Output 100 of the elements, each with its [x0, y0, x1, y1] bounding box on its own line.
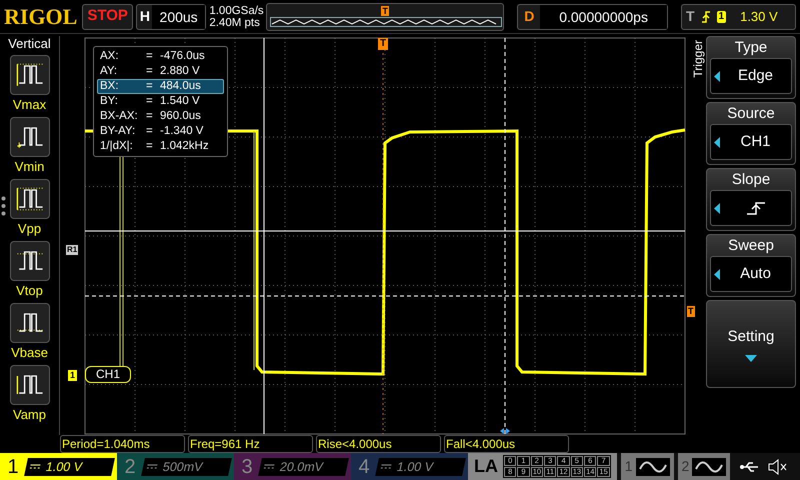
cursor-arrow-icon	[500, 428, 510, 434]
sine-wave-icon	[636, 458, 670, 476]
measure-button[interactable]	[10, 55, 50, 95]
trigger-level: 1.30 V	[740, 8, 778, 26]
dc-coupling-icon	[263, 464, 275, 470]
cursor-readout-row[interactable]: BY: = 1.540 V	[97, 94, 224, 109]
menu-option[interactable]: Slope	[706, 168, 796, 231]
readout-value: 960.0us	[160, 110, 201, 123]
trigger-source: 1	[716, 10, 726, 22]
option-title: Type	[734, 38, 768, 58]
measure-label: Vamp	[13, 406, 46, 424]
readout-value: -1.340 V	[160, 125, 204, 138]
readout-value: 1.540 V	[160, 95, 200, 108]
readout-name: BX-AX:	[100, 110, 139, 123]
option-value: CH1	[739, 132, 772, 152]
readout-value: 2.880 V	[160, 65, 200, 78]
readout-name: BX:	[100, 80, 120, 93]
trigger-level-marker: T	[687, 306, 694, 317]
measure-button[interactable]	[10, 365, 50, 405]
generator-number: 1	[624, 457, 633, 476]
left-triangle-icon	[714, 136, 720, 148]
timebase-box[interactable]: H 200us	[136, 4, 206, 30]
measure-button[interactable]	[10, 179, 50, 219]
cursor-readout-row[interactable]: BX: = 484.0us	[97, 79, 224, 94]
readout-value: -476.0us	[160, 50, 205, 63]
timebase-value: 200us	[152, 4, 206, 28]
rising-edge-icon	[700, 10, 711, 24]
cursor-readout-row[interactable]: BX-AX: = 960.0us	[97, 109, 224, 124]
menu-title: Trigger	[691, 40, 705, 78]
cursor-line[interactable]	[504, 38, 506, 434]
trigger-marker: T	[381, 6, 389, 16]
cursor-readout-row[interactable]: AY: = 2.880 V	[97, 64, 224, 79]
measure-label: Vmin	[14, 158, 44, 176]
measurement-readout: Freq=961 Hz	[188, 435, 313, 453]
measure-label: Vmax	[12, 96, 46, 114]
readout-name: AX:	[100, 50, 120, 63]
option-title: Source	[727, 104, 775, 124]
channel-tab[interactable]: 4 1.00 V	[351, 453, 468, 480]
measurement-readout: Fall<4.000us	[444, 435, 569, 453]
left-triangle-icon	[714, 202, 720, 214]
sine-wave-icon	[692, 458, 726, 476]
readout-equals: =	[146, 125, 154, 138]
readout-name: BY-AY:	[100, 125, 136, 138]
sample-rate: 1.00GSa/s	[209, 4, 264, 16]
option-title: Sweep	[728, 236, 774, 256]
trigger-box[interactable]: T 1 1.30 V	[680, 4, 796, 30]
measure-button[interactable]	[10, 241, 50, 281]
measure-label: Vtop	[16, 282, 43, 300]
mute-icon	[768, 458, 788, 474]
dc-coupling-icon	[146, 464, 158, 470]
readout-equals: =	[146, 65, 154, 78]
delay-value: 0.00000000ps	[540, 4, 667, 28]
dc-coupling-icon	[29, 464, 41, 470]
menu-button[interactable]: Setting	[706, 300, 796, 388]
channel-scale: 20.0mV	[278, 458, 326, 476]
trigger-label: T	[686, 7, 695, 26]
channel-tab[interactable]: 2 500mV	[117, 453, 234, 480]
menu-title: Vertical	[8, 36, 51, 52]
trigger-marker: T	[378, 38, 388, 50]
cursor-readout-row[interactable]: 1/|dX|: = 1.042kHz	[97, 139, 224, 154]
channel-tab[interactable]: 1 1.00 V	[0, 453, 117, 480]
run-status[interactable]: STOP	[82, 4, 133, 30]
option-value: Auto	[739, 264, 772, 284]
channel-number: 1	[6, 456, 20, 476]
left-triangle-icon	[714, 70, 720, 82]
la-label: LA	[474, 455, 498, 478]
readout-equals: =	[146, 95, 154, 108]
channel-tab[interactable]: 3 20.0mV	[234, 453, 351, 480]
brand-logo: RIGOL	[4, 6, 78, 28]
delay-label: D	[524, 7, 536, 26]
reference-marker: R1	[66, 245, 78, 255]
menu-option[interactable]: Source CH1	[706, 102, 796, 165]
readout-equals: =	[146, 80, 154, 93]
option-title: Slope	[732, 170, 770, 190]
readout-name: 1/|dX|:	[100, 140, 134, 153]
readout-equals: =	[146, 50, 154, 63]
menu-option[interactable]: Type Edge	[706, 36, 796, 99]
measure-button[interactable]	[10, 117, 50, 157]
measure-label: Vbase	[11, 344, 48, 362]
channel-scale: 1.00 V	[44, 458, 84, 476]
generator-number: 2	[682, 457, 690, 476]
readout-name: BY:	[100, 95, 119, 108]
delay-box[interactable]: D 0.00000000ps	[517, 4, 668, 30]
cursor-readout-row[interactable]: AX: = -476.0us	[97, 49, 224, 64]
channel-number: 2	[123, 456, 137, 476]
page-indicator	[1, 196, 6, 216]
channel-number: 4	[357, 456, 371, 476]
usb-icon	[740, 462, 760, 472]
readout-value: 1.042kHz	[160, 140, 209, 153]
menu-option[interactable]: Sweep Auto	[706, 234, 796, 297]
cursor-readout-row[interactable]: BY-AY: = -1.340 V	[97, 124, 224, 139]
memory-depth: 2.40M pts	[209, 16, 261, 28]
measure-button[interactable]	[10, 303, 50, 343]
channel-scale: 1.00 V	[395, 458, 436, 476]
option-value: Edge	[736, 66, 774, 86]
rising-edge-icon	[746, 201, 766, 215]
readout-value: 484.0us	[160, 80, 201, 93]
channel-marker: 1	[68, 370, 78, 381]
dc-coupling-icon	[380, 464, 392, 470]
readout-equals: =	[146, 110, 154, 123]
